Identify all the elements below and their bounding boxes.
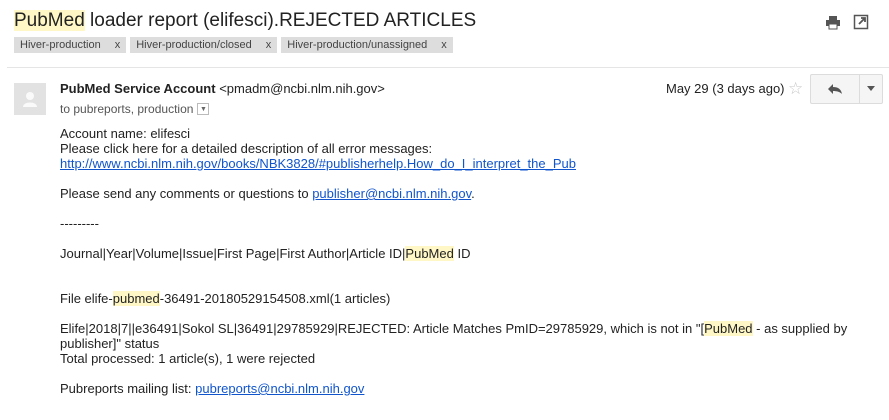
person-icon — [23, 92, 37, 107]
search-highlight: PubMed — [405, 246, 454, 261]
chevron-down-icon[interactable]: ▼ — [197, 103, 210, 115]
search-highlight: PubMed — [704, 321, 753, 336]
body-text: . — [471, 186, 475, 201]
search-highlight: pubmed — [112, 291, 160, 306]
separator: --------- — [60, 216, 99, 231]
sender-name: PubMed Service Account — [60, 81, 216, 96]
subject-highlight: PubMed — [14, 10, 85, 31]
label-text: Hiver-production/closed — [136, 39, 252, 51]
label-text: Hiver-production/unassigned — [287, 39, 428, 51]
publisher-email-link[interactable]: publisher@ncbi.nlm.nih.gov — [312, 186, 471, 201]
subject-text: loader report (elifesci).REJECTED ARTICL… — [84, 10, 477, 31]
body-line: Please send any comments or questions to… — [60, 186, 860, 201]
body-text: File elife- — [60, 291, 113, 306]
body-text: - as supplied by — [752, 321, 848, 336]
help-link[interactable]: http://www.ncbi.nlm.nih.gov/books/NBK382… — [60, 156, 576, 171]
star-icon[interactable]: ☆ — [788, 79, 803, 99]
body-line: Elife|2018|7||e36491|Sokol SL|36491|2978… — [60, 321, 860, 336]
thread-actions — [825, 14, 869, 30]
body-text: -36491-20180529154508.xml(1 articles) — [159, 291, 391, 306]
sender: PubMed Service Account <pmadm@ncbi.nlm.n… — [60, 81, 385, 96]
header-divider — [7, 67, 889, 68]
body-text: Please send any comments or questions to — [60, 186, 313, 201]
label-chip[interactable]: Hiver-production/closed x — [130, 37, 278, 53]
body-text: Elife|2018|7||e36491|Sokol SL|36491|2978… — [60, 321, 705, 336]
email-subject: PubMed loader report (elifesci).REJECTED… — [14, 10, 476, 32]
print-icon[interactable] — [825, 14, 841, 30]
sender-email: <pmadm@ncbi.nlm.nih.gov> — [219, 81, 385, 96]
reply-icon — [828, 84, 842, 94]
body-line: publisher]" status — [60, 336, 160, 351]
body-text: Journal|Year|Volume|Issue|First Page|Fir… — [60, 246, 406, 261]
mailing-list-email-link[interactable]: pubreports@ncbi.nlm.nih.gov — [195, 381, 364, 396]
message-body: Account name: elifesci Please click here… — [60, 126, 860, 396]
label-list: Hiver-production x Hiver-production/close… — [14, 37, 453, 53]
recipients: to pubreports, production ▼ — [60, 102, 210, 116]
open-in-new-window-icon[interactable] — [853, 14, 869, 30]
remove-label-button[interactable]: x — [441, 39, 447, 51]
body-line: Please click here for a detailed descrip… — [60, 141, 433, 156]
label-chip[interactable]: Hiver-production x — [14, 37, 127, 53]
message-date: May 29 (3 days ago) — [666, 81, 785, 96]
label-text: Hiver-production — [20, 39, 101, 51]
reply-group — [810, 74, 883, 104]
body-line: File elife-pubmed-36491-20180529154508.x… — [60, 291, 860, 306]
more-actions-button[interactable] — [860, 74, 883, 104]
body-line: Account name: elifesci — [60, 126, 191, 141]
chevron-down-icon — [867, 86, 875, 91]
remove-label-button[interactable]: x — [115, 39, 121, 51]
body-text: ID — [453, 246, 471, 261]
recipients-text: to pubreports, production — [60, 102, 194, 116]
remove-label-button[interactable]: x — [266, 39, 272, 51]
body-line: Pubreports mailing list: pubreports@ncbi… — [60, 381, 860, 396]
reply-button[interactable] — [810, 74, 860, 104]
avatar — [14, 83, 46, 115]
label-chip[interactable]: Hiver-production/unassigned x — [281, 37, 453, 53]
body-line: Total processed: 1 article(s), 1 were re… — [60, 351, 316, 366]
body-line: Journal|Year|Volume|Issue|First Page|Fir… — [60, 246, 860, 261]
body-text: Pubreports mailing list: — [60, 381, 196, 396]
